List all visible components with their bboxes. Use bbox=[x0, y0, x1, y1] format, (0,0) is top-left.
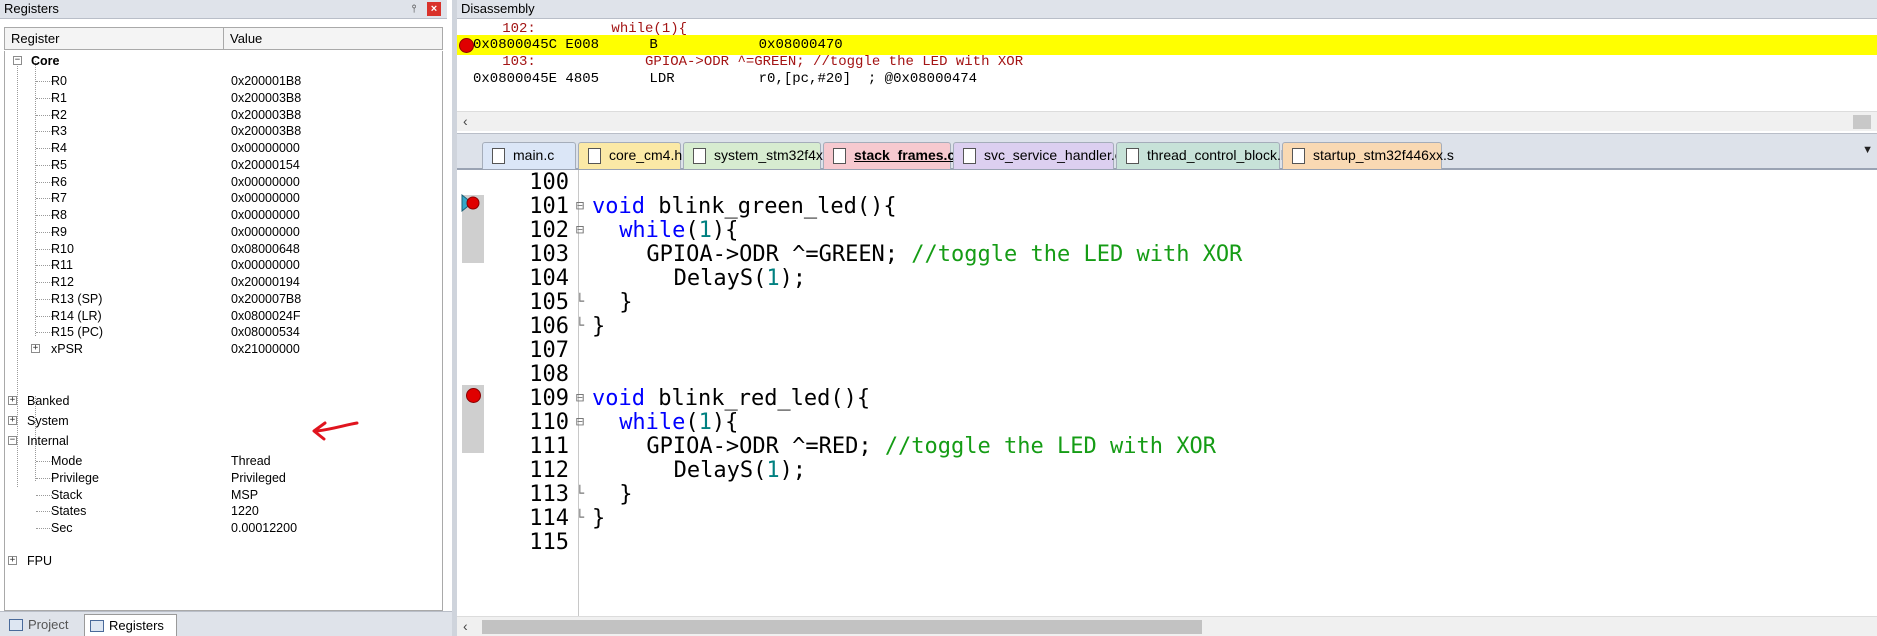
editor-tab[interactable]: svc_service_handler.c bbox=[953, 142, 1122, 169]
column-header-register[interactable]: Register bbox=[5, 28, 224, 49]
disassembly-panel: 102: while(1){ 0x0800045C E008 B 0x08000… bbox=[457, 19, 1877, 134]
annotation-arrow-icon bbox=[312, 421, 359, 441]
tree-group-system[interactable]: + System bbox=[5, 411, 442, 431]
tree-group-core[interactable]: − Core bbox=[5, 51, 442, 71]
registers-icon bbox=[90, 620, 104, 632]
tree-guide-line bbox=[36, 148, 52, 149]
tab-label: main.c bbox=[513, 147, 555, 163]
column-header-value[interactable]: Value bbox=[224, 28, 442, 49]
registers-tree: − Core R0 0x200001B8 R1 0x200003B8 R2 0x20000… bbox=[4, 51, 443, 611]
disassembly-panel-title: Disassembly bbox=[457, 0, 1877, 19]
editor-horizontal-scrollbar[interactable]: ‹ bbox=[457, 616, 1877, 636]
file-icon bbox=[693, 148, 706, 164]
tree-guide-line bbox=[36, 164, 52, 166]
tab-label: svc_service_handler.c bbox=[984, 147, 1122, 163]
tree-guide-line bbox=[36, 494, 52, 496]
tree-group-banked[interactable]: + Banked bbox=[5, 391, 442, 411]
group-label: Banked bbox=[27, 394, 70, 408]
tab-label: core_cm4.h bbox=[609, 147, 683, 163]
file-icon bbox=[963, 148, 976, 164]
group-label: Core bbox=[31, 54, 60, 68]
pin-icon[interactable]: ⫯ bbox=[407, 2, 421, 16]
group-label: Internal bbox=[27, 434, 69, 448]
register-row[interactable]: + xPSR 0x21000000 bbox=[5, 339, 442, 359]
registers-table-header: Register Value bbox=[4, 27, 443, 50]
scroll-thumb[interactable] bbox=[482, 620, 1202, 634]
tree-guide-line bbox=[36, 511, 52, 513]
tab-label: startup_stm32f446xx.s bbox=[1313, 147, 1454, 163]
collapse-icon[interactable]: − bbox=[8, 436, 17, 445]
tree-guide-line bbox=[36, 477, 52, 479]
tree-guide-line bbox=[36, 81, 52, 82]
scroll-thumb[interactable] bbox=[1853, 115, 1871, 129]
tree-guide-line bbox=[36, 231, 52, 233]
tab-label: stack_frames.c bbox=[854, 147, 956, 163]
group-label: System bbox=[27, 414, 69, 428]
tab-registers[interactable]: Registers bbox=[84, 614, 177, 636]
file-icon bbox=[833, 148, 846, 164]
editor-tab-bar: main.c core_cm4.h system_stm32f4xx.c stack_… bbox=[457, 134, 1877, 170]
editor-tab[interactable]: startup_stm32f446xx.s bbox=[1282, 142, 1454, 169]
tree-guide-line bbox=[36, 298, 52, 300]
internal-row[interactable]: Sec 0.00012200 bbox=[5, 518, 442, 538]
tree-guide-line bbox=[36, 181, 52, 183]
code-line[interactable]: 115 bbox=[457, 528, 1877, 557]
tree-group-internal[interactable]: − Internal bbox=[5, 431, 442, 451]
group-label: FPU bbox=[27, 554, 52, 568]
registers-bottom-tabs: Project Registers bbox=[0, 611, 452, 636]
disassembly-horizontal-scrollbar[interactable]: ‹ bbox=[457, 111, 1877, 131]
disassembly-line[interactable]: 0x0800045E 4805 LDR r0,[pc,#20] ; @0x080… bbox=[457, 69, 1877, 89]
code-editor[interactable]: 100 101 ⊟ void blink_green_led(){102 ⊟ while(… bbox=[457, 170, 1877, 616]
tree-guide-line bbox=[36, 332, 52, 334]
tree-guide-line bbox=[36, 528, 52, 529]
register-name: xPSR bbox=[51, 342, 83, 356]
editor-tab[interactable]: core_cm4.h bbox=[578, 142, 683, 169]
tree-guide-line bbox=[36, 461, 52, 462]
tree-guide-line bbox=[36, 198, 52, 200]
scroll-left-icon[interactable]: ‹ bbox=[463, 113, 468, 129]
tree-guide-line bbox=[36, 282, 52, 283]
tab-label: thread_control_block.h bbox=[1147, 147, 1289, 163]
registers-panel-title: Registers bbox=[0, 0, 447, 19]
collapse-icon[interactable]: − bbox=[13, 56, 22, 65]
register-value[interactable]: 0x21000000 bbox=[231, 339, 300, 359]
tab-label: Project bbox=[28, 617, 69, 632]
tab-project[interactable]: Project bbox=[4, 614, 84, 636]
tab-list-dropdown-icon[interactable]: ▼ bbox=[1862, 144, 1873, 156]
file-icon bbox=[588, 148, 601, 164]
expand-icon[interactable]: + bbox=[8, 396, 17, 405]
tab-label: system_stm32f4xx.c bbox=[714, 147, 841, 163]
tree-guide-line bbox=[36, 248, 52, 250]
file-icon bbox=[492, 148, 505, 164]
tree-guide-line bbox=[36, 131, 52, 133]
breakpoint-icon[interactable] bbox=[459, 38, 474, 53]
scroll-left-icon[interactable]: ‹ bbox=[463, 618, 468, 634]
internal-item-value: 0.00012200 bbox=[231, 521, 298, 535]
project-icon bbox=[9, 619, 23, 631]
tree-guide-line bbox=[36, 215, 52, 216]
close-icon[interactable]: × bbox=[427, 2, 441, 16]
editor-tab[interactable]: system_stm32f4xx.c bbox=[683, 142, 841, 169]
tree-guide-line bbox=[36, 265, 52, 267]
tree-guide-line bbox=[36, 97, 52, 99]
file-icon bbox=[1292, 148, 1305, 164]
line-number: 115 bbox=[529, 530, 569, 555]
expand-icon[interactable]: + bbox=[8, 556, 17, 565]
file-icon bbox=[1126, 148, 1139, 164]
editor-tab[interactable]: stack_frames.c bbox=[823, 142, 955, 169]
internal-item-name: Sec bbox=[51, 521, 73, 535]
tree-guide-line bbox=[36, 315, 52, 317]
registers-panel: Registers ⫯ × Register Value − Core R0 0x… bbox=[0, 0, 452, 636]
editor-tab[interactable]: thread_control_block.h bbox=[1116, 142, 1289, 169]
tab-label: Registers bbox=[109, 618, 164, 633]
editor-tab[interactable]: main.c bbox=[482, 142, 576, 169]
expand-icon[interactable]: + bbox=[8, 416, 17, 425]
tree-guide-line bbox=[36, 114, 52, 116]
expand-icon[interactable]: + bbox=[31, 344, 40, 353]
tree-group-fpu[interactable]: + FPU bbox=[5, 551, 442, 571]
